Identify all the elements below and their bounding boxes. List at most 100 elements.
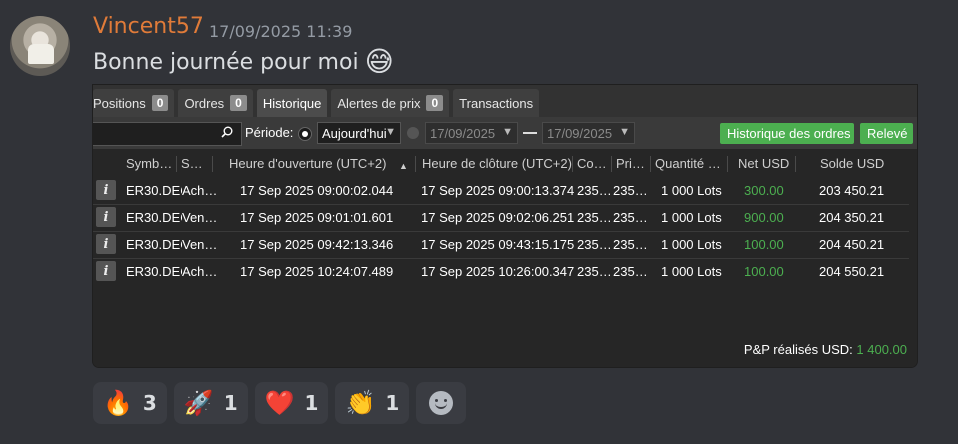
reaction-fire[interactable]: 🔥 3 — [93, 382, 167, 424]
message-text: Bonne journée pour moi 😅 — [93, 48, 394, 76]
col-separator[interactable] — [415, 156, 416, 172]
col-separator[interactable] — [212, 156, 213, 172]
reactions-bar: 🔥 3 🚀 1 ❤️ 1 👏 1 — [93, 382, 467, 424]
date-from-select[interactable]: 17/09/2025 ▼ — [425, 122, 518, 144]
col-header-prix[interactable]: Pri… — [616, 156, 646, 171]
reaction-count: 1 — [223, 391, 238, 415]
col-header-net-usd[interactable]: Net USD — [738, 156, 798, 171]
table-row[interactable]: i ER30.DEC Ven… 17 Sep 2025 09:42:13.346… — [93, 231, 909, 259]
add-reaction-button[interactable] — [416, 382, 467, 424]
add-reaction-smiley-icon — [429, 391, 454, 415]
cell-side: Ach… — [182, 264, 216, 279]
clapping-hands-icon: 👏 — [345, 389, 376, 417]
tab-historique[interactable]: Historique — [256, 89, 328, 117]
table-row[interactable]: i ER30.DEC Ach… 17 Sep 2025 10:24:07.489… — [93, 258, 909, 285]
col-header-cours[interactable]: Co… — [577, 156, 607, 171]
tab-count-badge: 0 — [151, 95, 169, 111]
tab-label: Positions — [93, 95, 146, 111]
historique-des-ordres-button[interactable]: Historique des ordres — [720, 123, 854, 144]
tab-ordres[interactable]: Ordres 0 — [178, 89, 253, 117]
sweat-smile-emoji-icon: 😅 — [364, 45, 394, 78]
reaction-heart[interactable]: ❤️ 1 — [254, 382, 329, 424]
col-separator[interactable] — [611, 156, 612, 172]
cell-quantity: 1 000 Lots — [661, 237, 722, 252]
col-header-symbole[interactable]: Symb… — [126, 156, 176, 171]
cell-prix: 235… — [613, 264, 648, 279]
table-row[interactable]: i ER30.DEC Ach… 17 Sep 2025 09:00:02.044… — [93, 177, 909, 205]
trading-screenshot: Positions 0 Ordres 0 Historique Alertes … — [93, 85, 917, 367]
realized-pnl-label: P&P réalisés USD: — [743, 342, 853, 357]
col-separator[interactable] — [650, 156, 651, 172]
filter-toolbar: Période: Aujourd'hui ▼ 17/09/2025 ▼ 17/0… — [93, 117, 917, 149]
cell-net-usd: 100.00 — [744, 264, 784, 279]
sort-ascending-icon: ▲ — [399, 161, 408, 171]
tab-label: Ordres — [184, 95, 225, 111]
history-table: Symb… S… Heure d'ouverture (UTC+2) ▲ Heu… — [93, 149, 917, 367]
col-separator[interactable] — [176, 156, 177, 172]
date-to-value: 17/09/2025 — [547, 125, 613, 141]
cell-quantity: 1 000 Lots — [661, 210, 722, 225]
chevron-down-icon: ▼ — [385, 126, 396, 138]
chevron-down-icon: ▼ — [619, 126, 630, 138]
username[interactable]: Vincent57 — [93, 14, 204, 39]
avatar[interactable] — [10, 16, 70, 76]
info-icon[interactable]: i — [96, 234, 116, 254]
cell-cours: 235… — [577, 264, 612, 279]
col-header-quantite[interactable]: Quantité … — [655, 156, 723, 171]
period-preset-radio[interactable] — [298, 127, 312, 141]
cell-close-time: 17 Sep 2025 09:00:13.374 — [421, 183, 575, 198]
releve-button[interactable]: Relevé — [860, 123, 913, 144]
cell-net-usd: 900.00 — [744, 210, 784, 225]
cell-solde-usd: 203 450.21 — [819, 183, 885, 198]
rocket-icon: 🚀 — [183, 389, 214, 417]
tab-label: Historique — [262, 95, 322, 111]
cell-cours: 235… — [577, 237, 612, 252]
col-header-heure-cloture[interactable]: Heure de clôture (UTC+2) — [422, 156, 572, 171]
date-to-select[interactable]: 17/09/2025 ▼ — [542, 122, 635, 144]
col-header-sens[interactable]: S… — [181, 156, 207, 171]
info-icon[interactable]: i — [96, 261, 116, 281]
reaction-count: 1 — [385, 391, 400, 415]
cell-open-time: 17 Sep 2025 09:00:02.044 — [240, 183, 394, 198]
period-select-value: Aujourd'hui — [322, 125, 387, 141]
cell-quantity: 1 000 Lots — [661, 183, 722, 198]
cell-symbol: ER30.DEC — [126, 183, 182, 198]
cell-prix: 235… — [613, 183, 648, 198]
cell-net-usd: 300.00 — [744, 183, 784, 198]
col-header-solde-usd[interactable]: Solde USD — [820, 156, 900, 171]
realized-pnl: P&P réalisés USD: 1 400.00 — [744, 342, 907, 357]
cell-cours: 235… — [577, 210, 612, 225]
periode-label: Période: — [245, 125, 294, 140]
search-icon — [221, 126, 233, 138]
col-separator[interactable] — [572, 156, 573, 172]
tab-bar: Positions 0 Ordres 0 Historique Alertes … — [93, 85, 917, 117]
tab-transactions[interactable]: Transactions — [453, 89, 540, 117]
cell-quantity: 1 000 Lots — [661, 264, 722, 279]
reaction-count: 1 — [304, 391, 319, 415]
col-header-heure-ouverture[interactable]: Heure d'ouverture (UTC+2) — [229, 156, 409, 171]
reaction-clap[interactable]: 👏 1 — [335, 382, 410, 424]
table-row[interactable]: i ER30.DEC Ven… 17 Sep 2025 09:01:01.601… — [93, 204, 909, 232]
cell-symbol: ER30.DEC — [126, 210, 182, 225]
cell-side: Ach… — [182, 183, 216, 198]
cell-prix: 235… — [613, 210, 648, 225]
tab-positions[interactable]: Positions 0 — [93, 89, 175, 117]
col-separator[interactable] — [795, 156, 796, 172]
cell-close-time: 17 Sep 2025 10:26:00.347 — [421, 264, 575, 279]
fire-icon: 🔥 — [103, 389, 133, 417]
tab-alertes-de-prix[interactable]: Alertes de prix 0 — [331, 89, 450, 117]
tab-count-badge: 0 — [426, 95, 444, 111]
cell-symbol: ER30.DEC — [126, 264, 182, 279]
message-timestamp: 17/09/2025 11:39 — [209, 22, 353, 41]
period-custom-radio[interactable] — [407, 127, 419, 139]
info-icon[interactable]: i — [96, 180, 116, 200]
search-input[interactable] — [93, 122, 242, 146]
period-select[interactable]: Aujourd'hui ▼ — [317, 122, 401, 144]
col-separator[interactable] — [727, 156, 728, 172]
cell-symbol: ER30.DEC — [126, 237, 182, 252]
table-header: Symb… S… Heure d'ouverture (UTC+2) ▲ Heu… — [93, 153, 917, 175]
cell-cours: 235… — [577, 183, 612, 198]
info-icon[interactable]: i — [96, 207, 116, 227]
chevron-down-icon: ▼ — [502, 126, 513, 138]
reaction-rocket[interactable]: 🚀 1 — [173, 382, 248, 424]
